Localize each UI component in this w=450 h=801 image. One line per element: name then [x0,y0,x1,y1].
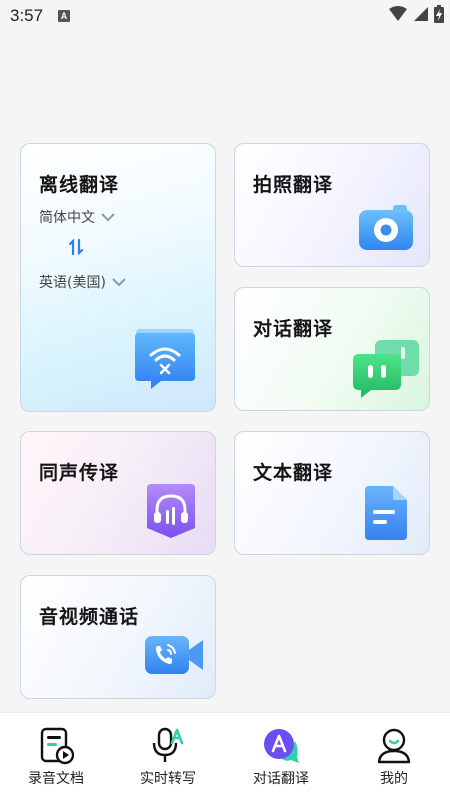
nav-label-profile: 我的 [380,771,408,787]
nav-label-recording-doc: 录音文档 [28,771,84,787]
document-icon [365,486,407,540]
photo-translate-card[interactable]: 拍照翻译 [234,143,430,267]
chat-bubbles-icon [353,340,419,398]
dialog-translate-title: 对话翻译 [253,318,334,340]
camera-icon [359,205,413,250]
dialog-translate-icon [264,729,299,763]
profile-icon [377,728,411,764]
text-translate-title: 文本翻译 [253,462,334,484]
video-call-icon [145,636,203,674]
recording-doc-icon [40,727,74,765]
bottom-nav: 录音文档 实时转写 对话翻译 我的 [0,712,450,801]
offline-translate-card[interactable]: 离线翻译 简体中文 英语(美国) [20,143,216,412]
wifi-off-icon [135,329,195,389]
chevron-down-icon [101,213,115,222]
battery-icon [434,5,444,23]
target-language-label: 英语(美国) [39,275,106,291]
dialog-translate-card[interactable]: 对话翻译 [234,287,430,411]
source-language-select[interactable]: 简体中文 [39,207,116,227]
chevron-down-icon [112,278,126,287]
nav-item-realtime-transcribe[interactable]: 实时转写 [112,713,224,801]
nav-item-profile[interactable]: 我的 [338,713,450,801]
offline-translate-title: 离线翻译 [39,174,120,196]
mic-transcribe-icon [152,727,184,762]
status-icons [389,5,444,23]
text-translate-card[interactable]: 文本翻译 [234,431,430,555]
status-time: 3:57 [10,6,44,25]
swap-languages-icon[interactable] [69,239,83,255]
notification-badge: A [58,10,70,22]
nav-item-recording-doc[interactable]: 录音文档 [0,713,112,801]
target-language-select[interactable]: 英语(美国) [39,272,127,292]
simultaneous-interpretation-card[interactable]: 同声传译 [20,431,216,555]
status-bar: 3:57 A [0,0,450,32]
cell-signal-icon [414,7,428,21]
nav-label-realtime-transcribe: 实时转写 [140,771,196,787]
wifi-signal-icon [389,6,407,21]
video-call-title: 音视频通话 [39,606,140,628]
photo-translate-title: 拍照翻译 [253,174,334,196]
video-call-card[interactable]: 音视频通话 [20,575,216,699]
headphones-icon [147,484,195,538]
nav-label-dialog-translate: 对话翻译 [253,771,309,787]
nav-item-dialog-translate[interactable]: 对话翻译 [225,713,337,801]
simultaneous-interpretation-title: 同声传译 [39,462,120,484]
source-language-label: 简体中文 [39,210,95,226]
